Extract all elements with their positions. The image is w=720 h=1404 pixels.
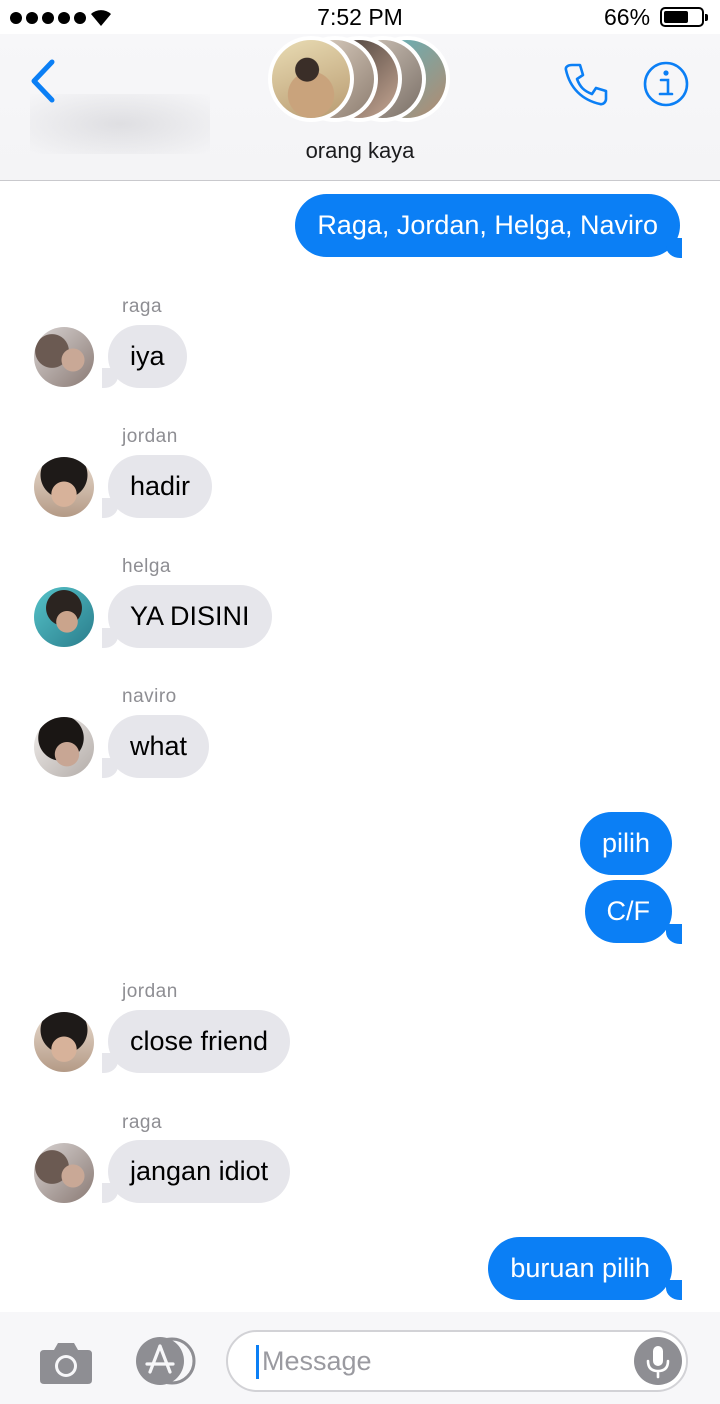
bubble-tail	[666, 924, 682, 944]
incoming-message[interactable]: hadir	[108, 455, 213, 518]
bubble-tail	[666, 1280, 682, 1300]
battery-percent: 66%	[604, 4, 651, 30]
message-text: jangan idiot	[130, 1156, 269, 1186]
sender-name: helga	[122, 556, 171, 577]
incoming-message[interactable]: iya	[108, 325, 187, 388]
message-list[interactable]: Raga, Jordan, Helga, Naviro raga iya jor…	[0, 182, 720, 1312]
incoming-message[interactable]: close friend	[108, 1010, 291, 1073]
battery-icon	[660, 7, 708, 27]
avatar[interactable]	[34, 587, 94, 647]
conversation-header: orang kaya	[0, 34, 720, 181]
message-text: pilih	[601, 828, 650, 858]
message-text: hadir	[130, 471, 191, 501]
info-icon[interactable]	[642, 60, 690, 108]
outgoing-message[interactable]: C/F	[584, 880, 672, 943]
message-text: YA DISINI	[130, 601, 250, 631]
incoming-message[interactable]: jangan idiot	[108, 1140, 291, 1203]
message-placeholder: Message	[262, 1346, 372, 1376]
message-text: buruan pilih	[510, 1253, 650, 1283]
message-text: what	[130, 731, 188, 761]
avatar[interactable]	[34, 1012, 94, 1072]
sender-name: jordan	[122, 981, 178, 1002]
app-store-icon[interactable]	[130, 1336, 198, 1386]
outgoing-message[interactable]: buruan pilih	[488, 1237, 672, 1300]
group-avatar-stack[interactable]	[268, 36, 458, 126]
outgoing-message[interactable]: Raga, Jordan, Helga, Naviro	[295, 194, 680, 257]
camera-icon[interactable]	[38, 1338, 94, 1386]
message-text: C/F	[606, 896, 651, 926]
avatar[interactable]	[34, 327, 94, 387]
status-bar: 7:52 PM 66%	[0, 0, 720, 34]
sender-name: raga	[122, 296, 163, 317]
bubble-tail	[666, 238, 682, 258]
incoming-message[interactable]: what	[108, 715, 210, 778]
outgoing-message[interactable]: pilih	[579, 812, 672, 875]
message-text: Raga, Jordan, Helga, Naviro	[317, 210, 658, 240]
compose-bar: Message	[0, 1312, 720, 1404]
microphone-icon[interactable]	[634, 1337, 682, 1385]
message-text: close friend	[130, 1026, 269, 1056]
chevron-left-icon[interactable]	[28, 58, 58, 104]
avatar	[268, 36, 354, 122]
message-input[interactable]: Message	[226, 1330, 688, 1392]
sender-name: raga	[122, 1112, 163, 1133]
avatar[interactable]	[34, 457, 94, 517]
sender-name: naviro	[122, 686, 177, 707]
text-cursor	[256, 1345, 259, 1379]
avatar[interactable]	[34, 717, 94, 777]
group-name[interactable]: orang kaya	[0, 138, 720, 164]
sender-name: jordan	[122, 426, 178, 447]
phone-icon[interactable]	[562, 60, 610, 108]
message-text: iya	[130, 341, 165, 371]
incoming-message[interactable]: YA DISINI	[108, 585, 272, 648]
avatar[interactable]	[34, 1143, 94, 1203]
